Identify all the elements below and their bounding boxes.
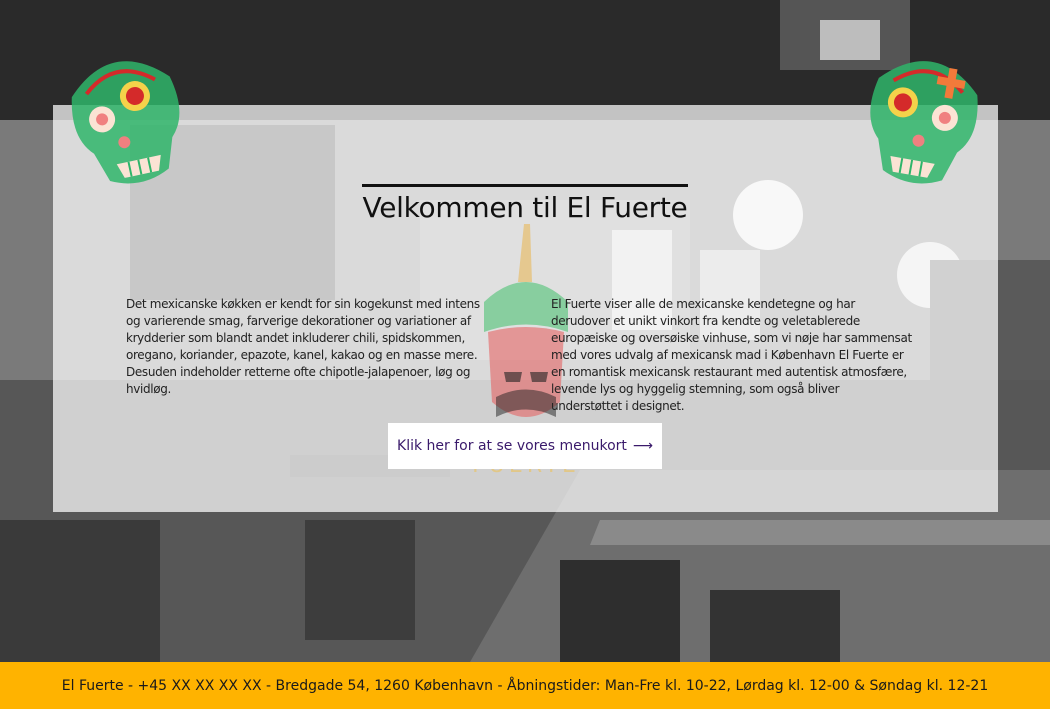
sugar-skull-icon-left [58, 46, 198, 200]
intro-paragraph-right: El Fuerte viser alle de mexicanske kende… [551, 297, 912, 413]
page-title: Velkommen til El Fuerte [362, 191, 688, 224]
heading-rule [362, 184, 688, 187]
heading-block: Velkommen til El Fuerte [362, 184, 688, 224]
intro-paragraph-left: Det mexicanske køkken er kendt for sin k… [126, 297, 480, 396]
footer-bar: El Fuerte - +45 XX XX XX XX - Bredgade 5… [0, 662, 1050, 709]
view-menu-button[interactable]: Klik her for at se vores menukort ⟶ [388, 423, 662, 469]
footer-contact-text: El Fuerte - +45 XX XX XX XX - Bredgade 5… [61, 677, 989, 694]
sugar-skull-icon-right [852, 46, 992, 200]
view-menu-button-label: Klik her for at se vores menukort [397, 438, 627, 454]
arrow-right-icon: ⟶ [632, 438, 653, 454]
